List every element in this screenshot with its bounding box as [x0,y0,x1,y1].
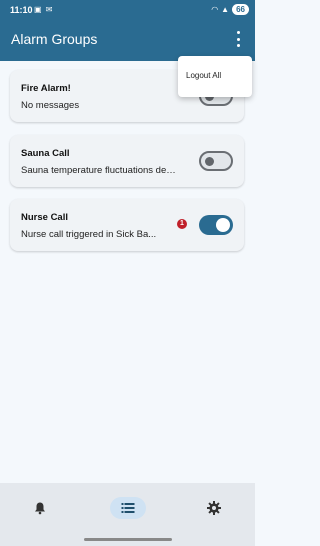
status-right-icons: ◠ ▲ 66 [211,4,249,15]
unread-badge: 1 [177,219,187,229]
battery-icon: 66 [232,4,249,15]
group-title: Fire Alarm! [21,83,71,94]
page-title: Alarm Groups [11,31,98,47]
home-indicator [84,538,172,541]
status-time: 11:10 [10,5,33,15]
bell-icon [35,502,45,515]
toggle-knob [216,218,230,232]
group-last-message: Nurse call triggered in Sick Ba... [21,229,157,240]
group-last-message: Sauna temperature fluctuations det... [21,165,176,176]
nav-groups-tab[interactable] [110,497,146,519]
more-menu-button[interactable] [233,31,243,47]
alarm-group-card[interactable]: Nurse Call Nurse call triggered in Sick … [10,199,244,251]
nav-settings-tab[interactable] [196,497,232,519]
nav-alarms-tab[interactable] [22,497,58,519]
app-bar: 11:10 ▣ ✉ ◠ ▲ 66 Alarm Groups [0,0,255,61]
gear-icon [207,501,221,515]
dot-icon [236,31,240,34]
group-toggle[interactable] [199,151,233,171]
signal-icon: ▲ [221,5,230,14]
alarm-group-card[interactable]: Sauna Call Sauna temperature fluctuation… [10,135,244,187]
group-last-message: No messages [21,100,80,111]
group-title: Sauna Call [21,148,70,159]
list-icon [121,503,135,513]
status-bar: 11:10 ▣ ✉ ◠ ▲ 66 [0,0,255,22]
overflow-menu: Logout All [178,56,252,97]
notification-icons: ▣ ✉ [34,5,54,14]
bottom-navigation [0,483,255,546]
dot-icon [236,44,240,47]
group-toggle[interactable] [199,215,233,235]
wifi-icon: ◠ [211,5,219,14]
dot-icon [236,37,240,41]
group-title: Nurse Call [21,212,68,223]
toggle-knob [205,157,214,166]
logout-all-menu-item[interactable]: Logout All [186,71,221,80]
